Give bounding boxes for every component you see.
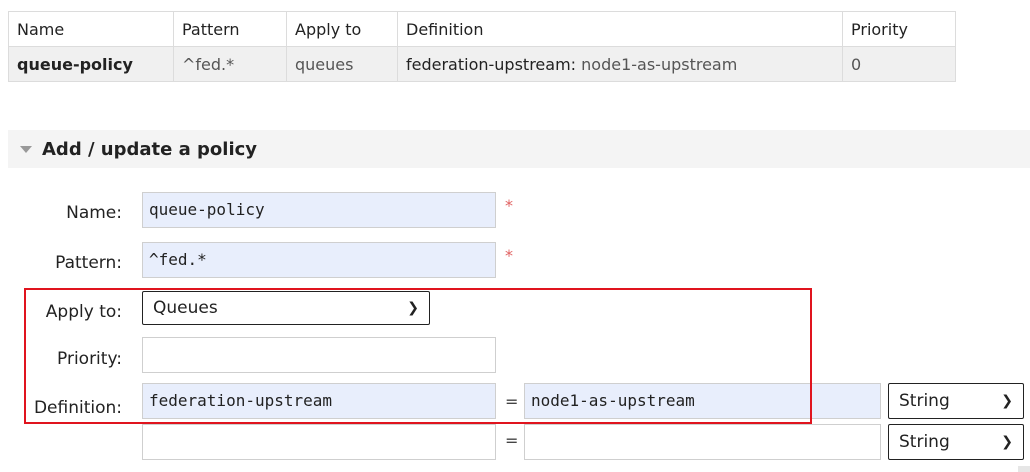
add-update-policy-section-toggle[interactable]: Add / update a policy xyxy=(8,130,1030,168)
policy-apply-to-cell: queues xyxy=(286,46,398,82)
name-required-marker: * xyxy=(505,196,513,215)
priority-input[interactable] xyxy=(142,337,496,373)
policy-name-input[interactable]: queue-policy xyxy=(142,192,496,228)
apply-to-label: Apply to: xyxy=(45,302,122,322)
table-row[interactable]: queue-policy ^fed.* queues federation-up… xyxy=(8,46,956,82)
chevron-down-icon: ❯ xyxy=(1001,393,1013,409)
definition-value-input-empty[interactable] xyxy=(524,424,881,460)
pattern-required-marker: * xyxy=(505,246,513,265)
definition-type-select[interactable]: String ❯ xyxy=(888,383,1024,419)
definition-key: federation-upstream: xyxy=(406,54,577,74)
equals-sign: = xyxy=(505,431,519,450)
definition-value-input[interactable]: node1-as-upstream xyxy=(524,383,881,419)
policy-name-cell[interactable]: queue-policy xyxy=(8,46,174,82)
apply-to-select[interactable]: Queues ❯ xyxy=(142,291,430,325)
col-header-definition: Definition xyxy=(397,11,843,47)
definition-type-select-2[interactable]: String ❯ xyxy=(888,424,1024,460)
definition-key-input[interactable]: federation-upstream xyxy=(142,383,496,419)
pattern-input[interactable]: ^fed.* xyxy=(142,242,496,278)
definition-type-value-2: String xyxy=(899,432,950,452)
col-header-priority: Priority xyxy=(842,11,956,47)
corner-grip xyxy=(1018,466,1030,472)
col-header-apply-to: Apply to xyxy=(286,11,398,47)
definition-label: Definition: xyxy=(33,398,122,418)
apply-to-selected-value: Queues xyxy=(153,298,218,318)
name-label: Name: xyxy=(66,203,122,223)
pattern-label: Pattern: xyxy=(55,253,122,273)
col-header-name: Name xyxy=(8,11,174,47)
collapse-triangle-icon xyxy=(20,145,32,153)
policy-priority-cell: 0 xyxy=(842,46,956,82)
table-header-row: Name Pattern Apply to Definition Priorit… xyxy=(8,11,956,47)
policy-definition-cell: federation-upstream: node1-as-upstream xyxy=(397,46,843,82)
col-header-pattern: Pattern xyxy=(173,11,287,47)
chevron-down-icon: ❯ xyxy=(1001,434,1013,450)
policies-table: Name Pattern Apply to Definition Priorit… xyxy=(8,11,956,82)
definition-type-value: String xyxy=(899,391,950,411)
chevron-down-icon: ❯ xyxy=(407,300,419,316)
policy-pattern-cell: ^fed.* xyxy=(173,46,287,82)
section-title: Add / update a policy xyxy=(42,138,258,160)
definition-value: node1-as-upstream xyxy=(581,54,738,74)
equals-sign: = xyxy=(505,392,519,411)
definition-key-input-empty[interactable] xyxy=(142,424,496,460)
priority-label: Priority: xyxy=(57,349,122,369)
